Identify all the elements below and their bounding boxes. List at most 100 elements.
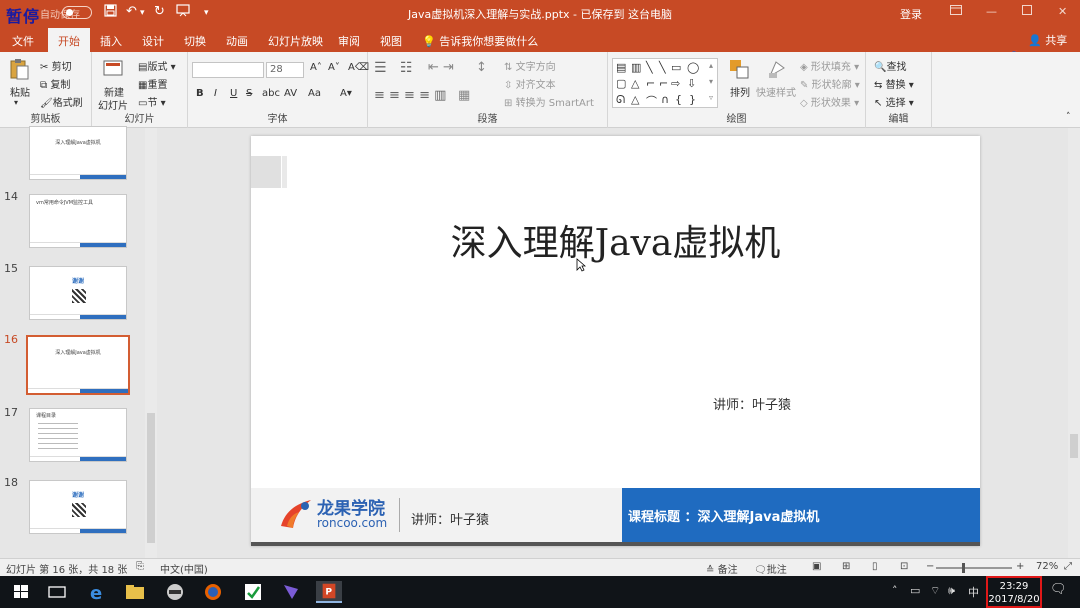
tab-insert[interactable]: 插入 bbox=[100, 33, 122, 49]
change-case-button[interactable]: Aa bbox=[308, 88, 321, 99]
share-button[interactable]: 👤 共享 bbox=[1028, 32, 1067, 48]
font-name-input[interactable] bbox=[192, 62, 264, 78]
zoom-out-icon[interactable]: − bbox=[926, 561, 934, 572]
quick-styles-button[interactable]: 快速样式 bbox=[756, 84, 796, 99]
zoom-slider[interactable] bbox=[936, 563, 1012, 573]
tab-design[interactable]: 设计 bbox=[142, 33, 164, 49]
new-slide-icon[interactable] bbox=[102, 58, 124, 80]
align-text-button[interactable]: ⇳ 对齐文本 bbox=[504, 76, 556, 91]
gallery-more-icon[interactable]: ▿ bbox=[709, 93, 713, 102]
line-shape-icon[interactable]: ╲ bbox=[646, 61, 653, 74]
down-arrow-shape-icon[interactable]: ⇩ bbox=[687, 77, 696, 90]
underline-button[interactable]: U bbox=[230, 88, 237, 99]
ime-indicator[interactable]: 中 bbox=[968, 584, 979, 600]
line2-shape-icon[interactable]: ╲ bbox=[659, 61, 666, 74]
slide-thumbnail-15[interactable]: 谢谢 bbox=[29, 266, 127, 320]
windows-start-icon[interactable] bbox=[8, 581, 34, 603]
arrange-icon[interactable] bbox=[728, 58, 750, 80]
scrollbar-thumb[interactable] bbox=[1070, 434, 1078, 458]
tab-animations[interactable]: 动画 bbox=[226, 33, 248, 49]
maximize-icon[interactable] bbox=[1022, 5, 1032, 18]
tab-file[interactable]: 文件 bbox=[12, 33, 34, 49]
layout-button[interactable]: ▤版式 ▾ bbox=[138, 58, 176, 73]
freeform-shape-icon[interactable]: ᘏ bbox=[616, 93, 625, 107]
media-app-icon[interactable] bbox=[162, 581, 188, 603]
triangle2-shape-icon[interactable]: △ bbox=[631, 93, 639, 106]
oval-shape-icon[interactable]: ◯ bbox=[687, 61, 699, 74]
comments-button[interactable]: 🗨批注 bbox=[754, 561, 787, 576]
firefox-icon[interactable] bbox=[200, 581, 226, 603]
reading-view-icon[interactable]: ▯ bbox=[872, 561, 878, 572]
vertical-textbox-shape-icon[interactable]: ▥ bbox=[631, 61, 641, 74]
triangle-shape-icon[interactable]: △ bbox=[631, 77, 639, 90]
clear-format-icon[interactable]: A⌫ bbox=[348, 62, 369, 73]
slide-thumbnail-17[interactable]: 课程目录 bbox=[29, 408, 127, 462]
edge-browser-icon[interactable]: e bbox=[84, 581, 110, 603]
undo-dropdown-icon[interactable]: ▾ bbox=[140, 8, 145, 18]
paste-icon[interactable] bbox=[8, 58, 30, 80]
curve-shape-icon[interactable]: ∩ bbox=[661, 93, 669, 106]
numbering-icon[interactable]: ☷ bbox=[400, 60, 413, 76]
file-explorer-icon[interactable] bbox=[122, 581, 148, 603]
customize-qat-icon[interactable]: ▾ bbox=[204, 8, 209, 18]
language-indicator[interactable]: 中文(中国) bbox=[160, 561, 208, 576]
text-direction-button[interactable]: ⇅ 文字方向 bbox=[504, 58, 556, 73]
slide-thumbnail-18[interactable]: 谢谢 bbox=[29, 480, 127, 534]
shape-fill-button[interactable]: ◈ 形状填充 ▾ bbox=[800, 58, 859, 73]
current-slide[interactable]: 深入理解Java虚拟机 讲师：叶子猿 龙果学院 roncoo.com 讲师：叶子… bbox=[251, 136, 980, 546]
replace-button[interactable]: ⇆ 替换 ▾ bbox=[874, 76, 914, 91]
quick-styles-icon[interactable] bbox=[766, 58, 788, 80]
font-color-icon[interactable]: A▾ bbox=[340, 88, 352, 99]
cut-button[interactable]: ✂ 剪切 bbox=[40, 58, 72, 73]
indent-icons[interactable]: ⇤ ⇥ bbox=[428, 60, 454, 75]
slide-title[interactable]: 深入理解Java虚拟机 bbox=[251, 214, 980, 266]
gallery-scroll-down-icon[interactable]: ▾ bbox=[709, 77, 713, 86]
normal-view-icon[interactable]: ▣ bbox=[812, 561, 821, 572]
smartart-button[interactable]: ⊞ 转换为 SmartArt bbox=[504, 94, 594, 109]
strikethrough-button[interactable]: S bbox=[246, 88, 252, 99]
bullets-icon[interactable]: ☰ bbox=[374, 60, 387, 76]
bold-button[interactable]: B bbox=[196, 88, 204, 99]
tab-view[interactable]: 视图 bbox=[380, 33, 402, 49]
minimize-icon[interactable]: — bbox=[986, 5, 997, 18]
tell-me-search[interactable]: 💡 告诉我你想要做什么 bbox=[422, 33, 538, 49]
shadow-button[interactable]: abc bbox=[262, 88, 280, 99]
volume-icon[interactable]: 🕪 bbox=[948, 584, 955, 598]
align-icons[interactable]: ≡ ≡ ≡ ≡ ▥ bbox=[374, 88, 446, 103]
decrease-font-icon[interactable]: A˅ bbox=[328, 62, 340, 73]
italic-button[interactable]: I bbox=[214, 88, 217, 99]
connector-shape-icon[interactable]: ⌐ bbox=[646, 77, 655, 90]
collapse-ribbon-icon[interactable]: ˄ bbox=[1066, 112, 1071, 122]
right-arrow-shape-icon[interactable]: ⇨ bbox=[671, 77, 680, 90]
copy-button[interactable]: ⧉ 复制 bbox=[40, 76, 70, 91]
close-icon[interactable]: ✕ bbox=[1058, 5, 1067, 18]
pause-label[interactable]: 暂停 bbox=[6, 3, 40, 27]
brace-left-shape-icon[interactable]: { bbox=[675, 93, 682, 106]
system-clock[interactable]: 23:29 2017/8/20 bbox=[986, 576, 1042, 608]
tab-transitions[interactable]: 切换 bbox=[184, 33, 206, 49]
slide-sorter-icon[interactable]: ⊞ bbox=[842, 561, 850, 572]
fit-slide-icon[interactable]: ⤢ bbox=[1064, 561, 1072, 572]
slideshow-view-icon[interactable]: ⊡ bbox=[900, 561, 908, 572]
paste-dropdown-icon[interactable]: ▾ bbox=[14, 98, 18, 107]
autosave-toggle[interactable] bbox=[62, 6, 92, 19]
tab-slideshow[interactable]: 幻灯片放映 bbox=[268, 33, 323, 49]
wifi-icon[interactable]: ⌔ bbox=[930, 584, 940, 598]
notes-button[interactable]: ≙ 备注 bbox=[706, 561, 738, 576]
font-size-input[interactable]: 28 bbox=[266, 62, 304, 78]
arrange-button[interactable]: 排列 bbox=[730, 84, 750, 99]
intellij-icon[interactable] bbox=[278, 581, 304, 603]
save-icon[interactable] bbox=[104, 4, 117, 21]
zoom-in-icon[interactable]: + bbox=[1016, 561, 1024, 572]
select-button[interactable]: ↖ 选择 ▾ bbox=[874, 94, 914, 109]
slide-thumbnail-16[interactable]: 深入理解Java虚拟机 bbox=[26, 335, 130, 395]
slide-lecturer[interactable]: 讲师：叶子猿 bbox=[713, 394, 791, 413]
battery-icon[interactable]: ▭ bbox=[910, 584, 920, 597]
shape-outline-button[interactable]: ✎ 形状轮廓 ▾ bbox=[800, 76, 860, 91]
main-scrollbar[interactable] bbox=[1068, 128, 1080, 558]
rectangle-shape-icon[interactable]: ▭ bbox=[671, 61, 681, 74]
redo-icon[interactable]: ↻ bbox=[154, 4, 165, 19]
increase-font-icon[interactable]: A˄ bbox=[310, 62, 322, 73]
thumbnail-scrollbar[interactable] bbox=[145, 128, 157, 558]
shapes-gallery[interactable]: ▤ ▥ ╲ ╲ ▭ ◯ ▢ △ ⌐ ⌐ ⇨ ⇩ ᘏ △ ⌒ ∩ { } ▴ ▾ … bbox=[612, 58, 718, 108]
